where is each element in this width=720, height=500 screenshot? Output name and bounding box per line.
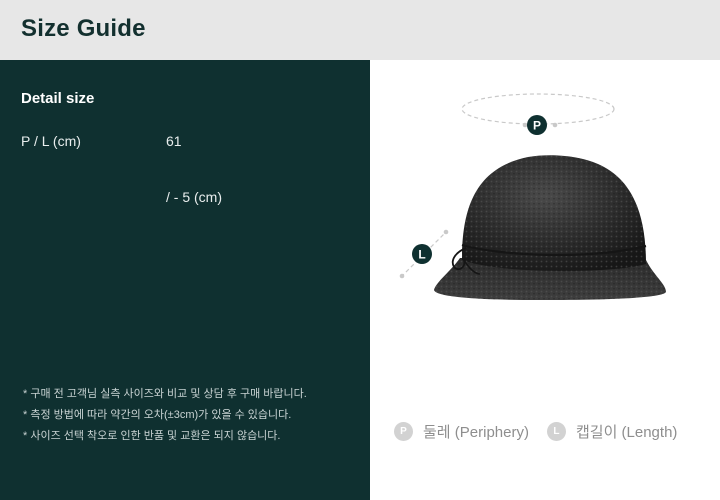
length-marker-dot bbox=[399, 273, 405, 279]
periphery-value: 61 bbox=[166, 133, 182, 149]
note-item: * 구매 전 고객님 실측 사이즈와 비교 및 상담 후 구매 바랍니다. bbox=[23, 388, 307, 400]
periphery-legend-label: 둘레 (Periphery) bbox=[423, 423, 529, 441]
length-legend-label: 캡길이 (Length) bbox=[575, 423, 678, 441]
periphery-marker-dot bbox=[522, 122, 528, 128]
length-legend-badge: L bbox=[546, 421, 566, 441]
periphery-badge-letter: P bbox=[533, 119, 541, 133]
length-marker-dot bbox=[443, 229, 449, 235]
legend-item-length: L 캡길이 (Length) bbox=[546, 421, 678, 442]
notes-list: * 구매 전 고객님 실측 사이즈와 비교 및 상담 후 구매 바랍니다. * … bbox=[23, 384, 307, 447]
length-value: / - 5 (cm) bbox=[166, 189, 222, 205]
periphery-legend-badge: P bbox=[394, 421, 413, 441]
size-row-label: P / L (cm) bbox=[21, 133, 81, 149]
figure-panel: P L P 둘레 (Periphery) L 캡길이 (Length) bbox=[370, 60, 720, 500]
note-item: * 측정 방법에 따라 약간의 오차(±3cm)가 있을 수 있습니다. bbox=[23, 409, 292, 421]
legend-item-periphery: P 둘레 (Periphery) bbox=[394, 421, 529, 442]
header-bar: Size Guide bbox=[0, 0, 720, 60]
page-title: Size Guide bbox=[21, 15, 146, 42]
note-item: * 사이즈 선택 착오로 인한 반품 및 교환은 되지 않습니다. bbox=[23, 430, 281, 442]
length-badge-letter: L bbox=[418, 248, 425, 262]
legend: P 둘레 (Periphery) L 캡길이 (Length) bbox=[394, 420, 677, 442]
periphery-marker-dot bbox=[552, 122, 558, 128]
detail-panel: Detail size P / L (cm) 61 / - 5 (cm) * 구… bbox=[0, 60, 370, 500]
detail-size-heading: Detail size bbox=[21, 90, 95, 107]
bucket-hat-image: P L bbox=[399, 93, 666, 300]
